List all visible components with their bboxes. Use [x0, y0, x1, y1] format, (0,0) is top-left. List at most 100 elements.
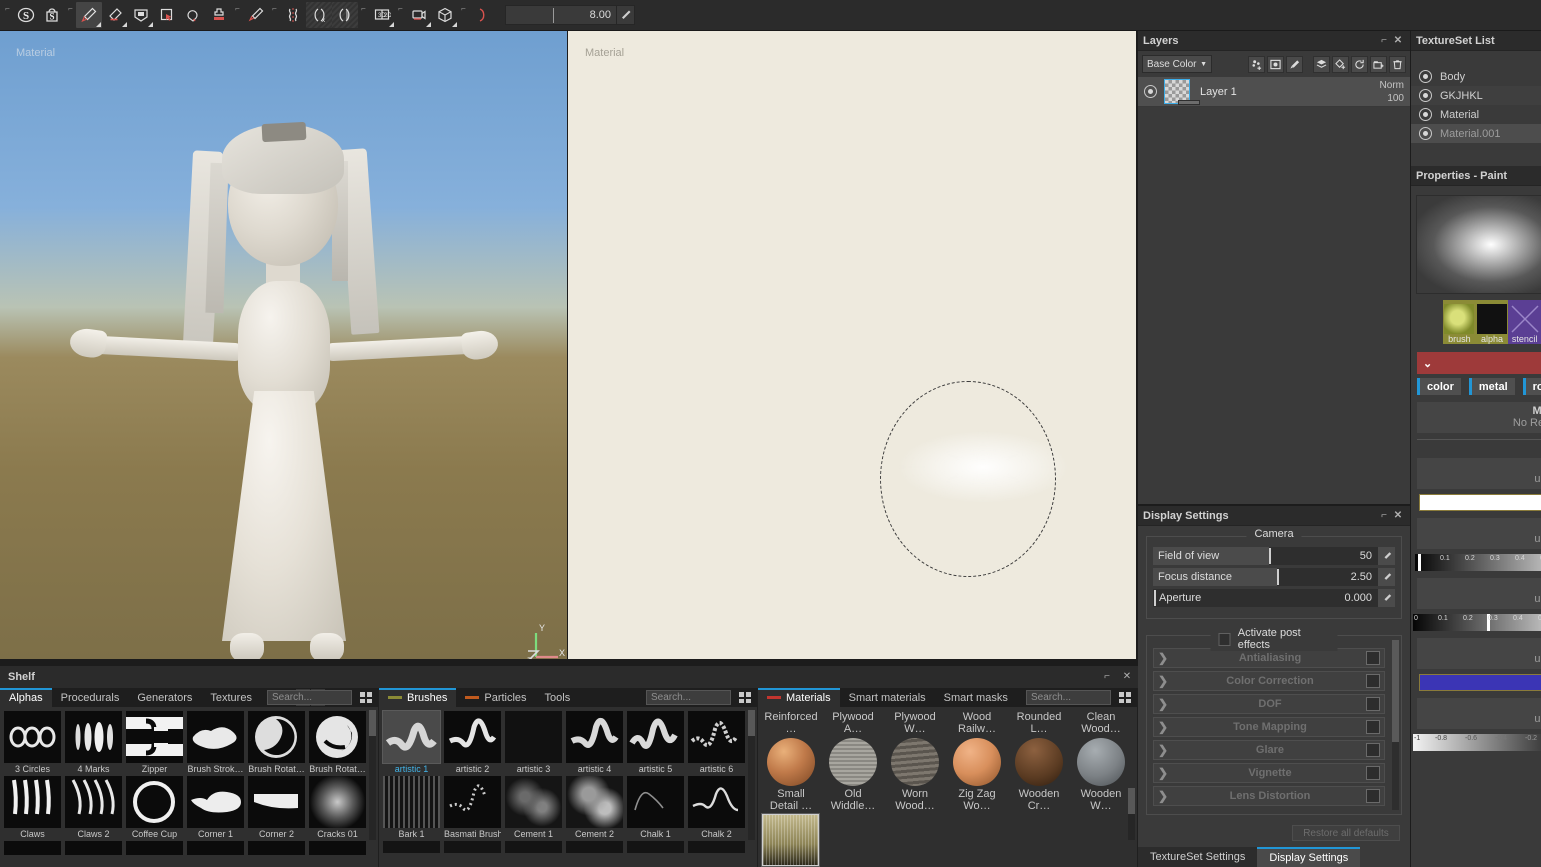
float-panel-icon[interactable]: ⌐	[1100, 669, 1114, 683]
material-resource-block[interactable]: Materia No Resourc	[1417, 402, 1541, 433]
tab-procedurals[interactable]: Procedurals	[52, 688, 129, 707]
field-of-view-row[interactable]: Field of view 50	[1153, 547, 1395, 565]
alpha-item[interactable]	[187, 841, 244, 855]
restore-defaults-button[interactable]: Restore all defaults	[1292, 825, 1400, 841]
channel-selector[interactable]: Base Color ▼	[1142, 55, 1212, 73]
metallic-block[interactable]: Met uniform	[1417, 518, 1541, 549]
alpha-item[interactable]	[126, 841, 183, 855]
channel-tab-color[interactable]: color	[1417, 378, 1461, 395]
alpha-item[interactable]: Brush Strok…	[187, 711, 244, 774]
mirror-plane-icon[interactable]	[332, 2, 358, 28]
tab-textures[interactable]: Textures	[201, 688, 261, 707]
brush-item[interactable]: Cement 1	[505, 776, 562, 839]
tab-smart-materials[interactable]: Smart materials	[840, 688, 935, 707]
grid-view-icon[interactable]	[737, 690, 753, 705]
effect-toggle[interactable]	[1366, 651, 1380, 665]
add-effect-icon[interactable]	[1248, 55, 1265, 73]
metallic-slider[interactable]: 0.1 0.2 0.3 0.4 0.5	[1415, 554, 1541, 571]
alpha-item[interactable]: Claws 2	[65, 776, 122, 839]
effect-row-glare[interactable]: ❯ Glare	[1153, 740, 1385, 760]
brush-item[interactable]: Chalk 2	[688, 776, 745, 839]
post-effects-toggle[interactable]: Activate post effects	[1210, 627, 1338, 651]
textureset-item-body[interactable]: Body	[1411, 67, 1541, 86]
float-panel-icon[interactable]: ⌐	[1377, 34, 1391, 48]
layer-visibility-icon[interactable]	[1144, 85, 1157, 98]
material-item-hair[interactable]: ВОЛОСЫ	[761, 813, 820, 867]
layer-row[interactable]: Layer 1 Norm 100	[1138, 77, 1410, 107]
visibility-icon[interactable]	[1419, 89, 1432, 102]
alpha-item[interactable]: Corner 1	[187, 776, 244, 839]
aperture-row[interactable]: Aperture 0.000	[1153, 589, 1395, 607]
effect-toggle[interactable]	[1366, 766, 1380, 780]
add-folder-icon[interactable]	[1370, 55, 1387, 73]
viewport-3d[interactable]: Material Y X Z	[0, 31, 567, 659]
material-item[interactable]	[824, 737, 882, 786]
float-panel-icon[interactable]: ⌐	[1377, 509, 1391, 523]
effect-toggle[interactable]	[1366, 743, 1380, 757]
brush-item[interactable]: artistic 5	[627, 711, 684, 774]
tab-particles[interactable]: Particles	[456, 688, 535, 707]
projection-icon[interactable]	[128, 2, 154, 28]
tab-smart-masks[interactable]: Smart masks	[935, 688, 1017, 707]
material-item[interactable]	[1072, 737, 1130, 786]
brush-item[interactable]	[505, 841, 562, 853]
effect-row-antialiasing[interactable]: ❯ Antialiasing	[1153, 648, 1385, 668]
normal-color-swatch[interactable]	[1419, 674, 1541, 691]
alpha-item[interactable]: Cracks 01	[309, 776, 366, 839]
alpha-item[interactable]	[4, 841, 61, 855]
alphas-search-input[interactable]: Search...	[267, 690, 352, 705]
aperture-edit-icon[interactable]	[1378, 589, 1395, 607]
roughness-slider[interactable]: 0 0.1 0.2 0.3 0.4 0.5	[1413, 614, 1541, 631]
material-item[interactable]	[1010, 737, 1068, 786]
textureset-item-gkjhkl[interactable]: GKJHKL	[1411, 86, 1541, 105]
add-paint-icon[interactable]	[1286, 55, 1303, 73]
close-panel-icon[interactable]: ✕	[1391, 34, 1405, 48]
symmetry-icon[interactable]	[280, 2, 306, 28]
brush-item[interactable]	[627, 841, 684, 853]
base-color-block[interactable]: Base uniform	[1417, 458, 1541, 489]
tab-materials[interactable]: Materials	[758, 688, 840, 707]
uv-3d-toggle-icon[interactable]: 3D 2D	[369, 2, 395, 28]
textureset-item-material-001[interactable]: Material.001	[1411, 124, 1541, 143]
effect-toggle[interactable]	[1366, 674, 1380, 688]
alpha-item[interactable]: 4 Marks	[65, 711, 122, 774]
focus-distance-edit-icon[interactable]	[1378, 568, 1395, 586]
mirror-x-icon[interactable]: x	[306, 2, 332, 28]
effect-toggle[interactable]	[1366, 697, 1380, 711]
alpha-item[interactable]: Zipper	[126, 711, 183, 774]
brush-item[interactable]: Bark 1	[383, 776, 440, 839]
visibility-icon[interactable]	[1419, 127, 1432, 140]
normal-block[interactable]: Nor uniform	[1417, 638, 1541, 669]
brush-item[interactable]: artistic 6	[688, 711, 745, 774]
effect-row-dof[interactable]: ❯ DOF	[1153, 694, 1385, 714]
tab-alphas[interactable]: Alphas	[0, 688, 52, 707]
clone-stamp-icon[interactable]	[206, 2, 232, 28]
brush-item[interactable]	[688, 841, 745, 853]
stencil-swatch[interactable]: stencil	[1508, 300, 1541, 344]
effect-toggle[interactable]	[1366, 720, 1380, 734]
brush-item[interactable]: Basmati Brush	[444, 776, 501, 839]
tab-generators[interactable]: Generators	[128, 688, 201, 707]
alpha-item[interactable]: Claws	[4, 776, 61, 839]
bake-alt-icon[interactable]: S	[39, 2, 65, 28]
alpha-item[interactable]: Coffee Cup	[126, 776, 183, 839]
effect-row-color-correction[interactable]: ❯ Color Correction	[1153, 671, 1385, 691]
add-anchor-icon[interactable]	[1351, 55, 1368, 73]
geometry-decal-icon[interactable]	[154, 2, 180, 28]
materials-search-input[interactable]: Search...	[1026, 690, 1111, 705]
polygon-fill-icon[interactable]	[180, 2, 206, 28]
close-panel-icon[interactable]: ✕	[1120, 669, 1134, 683]
height-block[interactable]: Hei uniform	[1417, 698, 1541, 729]
tab-brushes[interactable]: Brushes	[379, 688, 457, 707]
brush-item[interactable]: Chalk 1	[627, 776, 684, 839]
effect-toggle[interactable]	[1366, 789, 1380, 803]
add-fill-effect-icon[interactable]	[1332, 55, 1349, 73]
focus-distance-row[interactable]: Focus distance 2.50	[1153, 568, 1395, 586]
brush-item[interactable]	[383, 841, 440, 853]
alpha-item[interactable]: 3 Circles	[4, 711, 61, 774]
alpha-item[interactable]: Brush Rotat…	[309, 711, 366, 774]
brush-item[interactable]: Cement 2	[566, 776, 623, 839]
add-mask-icon[interactable]	[1267, 55, 1284, 73]
brushes-search-input[interactable]: Search...	[646, 690, 731, 705]
tab-tools[interactable]: Tools	[536, 688, 580, 707]
